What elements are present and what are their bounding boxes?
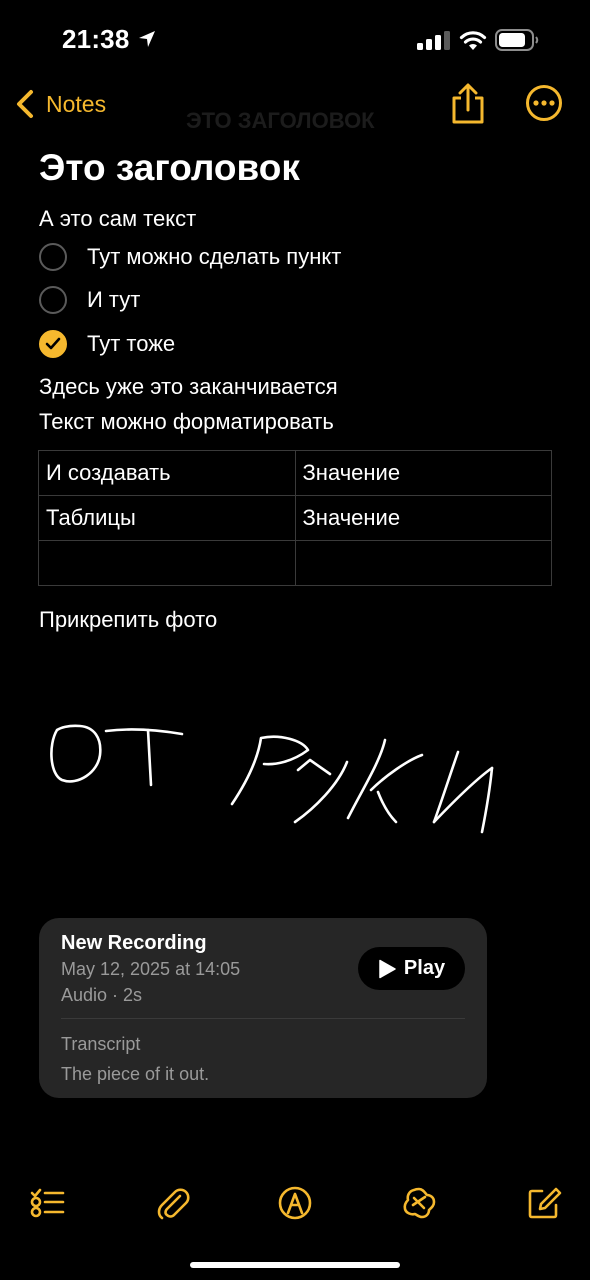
note-text-line[interactable]: Здесь уже это заканчивается	[39, 374, 338, 400]
checklist-icon[interactable]	[29, 1185, 65, 1221]
checklist-item[interactable]: И тут	[39, 284, 140, 316]
more-ellipsis-icon[interactable]	[525, 84, 563, 122]
table-cell[interactable]	[38, 540, 296, 586]
compose-icon[interactable]	[526, 1185, 562, 1221]
checklist-item[interactable]: Тут тоже	[39, 328, 175, 360]
collapsed-title: ЭТО ЗАГОЛОВОК	[186, 108, 375, 133]
home-indicator[interactable]	[190, 1262, 400, 1268]
battery-icon	[495, 29, 539, 51]
checklist-label: Тут можно сделать пункт	[87, 244, 342, 269]
wifi-icon	[459, 31, 487, 50]
checkbox[interactable]	[39, 243, 67, 271]
audio-recording-card[interactable]: New Recording May 12, 2025 at 14:05 Audi…	[39, 918, 487, 1098]
table-cell[interactable]	[294, 540, 552, 586]
transcript-label: Transcript	[61, 1034, 141, 1054]
markup-pen-icon[interactable]	[277, 1185, 313, 1221]
checkmark-icon	[45, 337, 61, 350]
recording-title: New Recording	[61, 932, 207, 954]
checklist-label: И тут	[87, 287, 141, 312]
table-cell[interactable]: Значение	[294, 450, 552, 496]
table-row: Таблицы Значение	[38, 495, 552, 541]
recording-meta: Audio · 2s	[61, 985, 143, 1005]
note-text-line[interactable]: Прикрепить фото	[39, 607, 217, 633]
table-row: И создавать Значение	[38, 450, 552, 496]
note-table[interactable]: И создавать Значение Таблицы Значение	[38, 450, 552, 586]
note-body-line[interactable]: А это сам текст	[39, 206, 196, 232]
table-cell[interactable]: И создавать	[38, 450, 296, 496]
divider	[61, 1018, 465, 1019]
note-title[interactable]: Это заголовок	[39, 147, 300, 189]
chevron-left-icon	[17, 90, 33, 118]
status-time: 21:38	[62, 24, 130, 54]
play-button[interactable]: Play	[358, 947, 465, 990]
back-button[interactable]: Notes	[14, 84, 106, 124]
checklist-label: Тут тоже	[87, 331, 176, 356]
handwriting-drawing[interactable]	[30, 700, 520, 860]
table-cell[interactable]: Таблицы	[38, 495, 296, 541]
table-row	[38, 540, 552, 586]
location-arrow-icon	[139, 31, 155, 47]
paperclip-icon[interactable]	[155, 1185, 191, 1221]
back-label: Notes	[46, 90, 107, 117]
checkbox-checked[interactable]	[39, 330, 67, 358]
checklist-item[interactable]: Тут можно сделать пункт	[39, 241, 341, 273]
transcript-text: The piece of it out.	[61, 1064, 210, 1084]
note-text-line[interactable]: Текст можно форматировать	[39, 409, 334, 435]
table-cell[interactable]: Значение	[294, 495, 552, 541]
cellular-signal-icon	[417, 31, 450, 50]
share-icon[interactable]	[449, 83, 487, 125]
play-label: Play	[403, 957, 446, 979]
recording-date: May 12, 2025 at 14:05	[61, 959, 241, 979]
apple-intelligence-icon[interactable]	[401, 1185, 437, 1221]
checkbox[interactable]	[39, 286, 67, 314]
play-icon	[379, 959, 396, 978]
